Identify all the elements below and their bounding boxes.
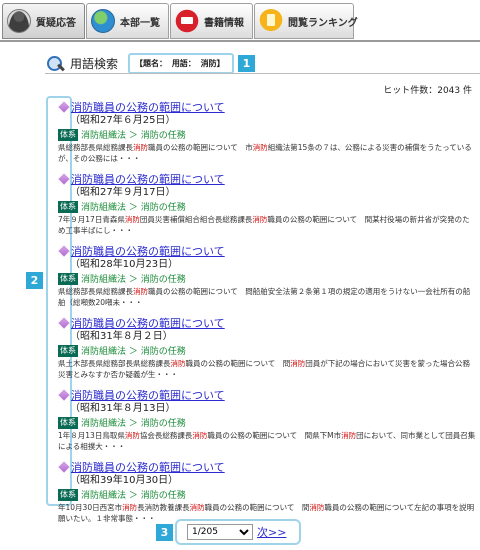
bullet-icon xyxy=(58,317,70,329)
category-badge: 体系 xyxy=(58,416,78,429)
list-item: 消防職員の公務の範囲について （昭和31年８月13日） 体系 消防組織法 ＞ 消… xyxy=(58,388,476,460)
result-list: 消防職員の公務の範囲について （昭和27年６月25日） 体系 消防組織法 ＞ 消… xyxy=(58,100,476,532)
highlighted-term: 消防 xyxy=(124,215,140,224)
bullet-icon xyxy=(58,389,70,401)
snippet-text: 年10月30日西宮市 xyxy=(58,503,123,512)
highlighted-term: 消防 xyxy=(192,431,208,440)
result-snippet: 7年９月17日青森県消防団員災害補償組合組合長総務課長消防職員の公務の範囲につい… xyxy=(58,214,476,236)
snippet-text: 県土木部長県総務部長県総務課長 xyxy=(58,359,171,368)
tab-headquarters[interactable]: 本部一覧 xyxy=(86,3,169,39)
result-title-link[interactable]: 消防職員の公務の範囲について xyxy=(71,100,225,115)
snippet-text: 団員災害補償組合組合長総務課長 xyxy=(139,215,253,224)
snippet-text: 職員の公務の範囲について 市 xyxy=(148,143,253,152)
search-icon xyxy=(46,55,68,73)
tab-label: 閲覧ランキング xyxy=(288,17,358,29)
list-item: 消防職員の公務の範囲について （昭和31年８月２日） 体系 消防組織法 ＞ 消防… xyxy=(58,316,476,388)
result-snippet: 1年８月13日鳥取県消防協会長総務課長消防職員の公務の範囲について 間県下M市消… xyxy=(58,430,476,452)
tab-label: 本部一覧 xyxy=(120,17,160,29)
callout-badge-3: 3 xyxy=(156,524,173,541)
result-title-link[interactable]: 消防職員の公務の範囲について xyxy=(71,316,225,331)
highlighted-term: 消防 xyxy=(252,143,268,152)
header-divider xyxy=(45,73,480,74)
highlighted-term: 消防 xyxy=(133,287,148,296)
callout-badge-2: 2 xyxy=(26,272,43,289)
highlighted-term: 消防 xyxy=(341,431,357,440)
snippet-text: 長消防教養課長 xyxy=(137,503,190,512)
page-title: 用語検索 xyxy=(70,57,119,71)
result-category: 消防組織法 ＞ 消防の任務 xyxy=(81,275,186,285)
highlighted-term: 消防 xyxy=(189,503,205,512)
condition-term-value: 消防】 xyxy=(200,59,225,68)
tab-books[interactable]: 書籍情報 xyxy=(170,3,253,39)
result-date: （昭和27年９月17日） xyxy=(70,187,176,198)
next-page-link[interactable]: 次>> xyxy=(257,524,286,540)
highlighted-term: 消防 xyxy=(133,143,148,152)
highlighted-term: 消防 xyxy=(309,503,325,512)
snippet-text: 職員の公務の範囲について 間 xyxy=(204,503,310,512)
result-category: 消防組織法 ＞ 消防の任務 xyxy=(81,419,186,429)
page-select[interactable]: 1/205 xyxy=(187,524,253,540)
list-item: 消防職員の公務の範囲について （昭和27年６月25日） 体系 消防組織法 ＞ 消… xyxy=(58,100,476,172)
condition-term-label: 用語： xyxy=(171,59,196,68)
result-category: 消防組織法 ＞ 消防の任務 xyxy=(81,347,186,357)
tab-qa[interactable]: 質疑応答 xyxy=(2,3,85,39)
category-badge: 体系 xyxy=(58,128,78,141)
result-title-link[interactable]: 消防職員の公務の範囲について xyxy=(71,172,225,187)
list-item: 消防職員の公務の範囲について （昭和27年９月17日） 体系 消防組織法 ＞ 消… xyxy=(58,172,476,244)
snippet-text: 7年９月17日青森県 xyxy=(58,215,125,224)
snippet-text: 県総務部長県総務課長 xyxy=(58,287,133,296)
result-title-link[interactable]: 消防職員の公務の範囲について xyxy=(71,460,225,475)
category-badge: 体系 xyxy=(58,488,78,501)
result-category: 消防組織法 ＞ 消防の任務 xyxy=(81,491,186,501)
search-header: 用語検索 【題名： 用語： 消防】 xyxy=(46,53,234,74)
result-snippet: 県総務部長県総務課長消防職員の公務の範囲について 問船舶安全法第２条第１項の規定… xyxy=(58,286,476,308)
result-category: 消防組織法 ＞ 消防の任務 xyxy=(81,131,186,141)
category-badge: 体系 xyxy=(58,200,78,213)
highlighted-term: 消防 xyxy=(252,215,268,224)
snippet-text: 職員の公務の範囲について 問 xyxy=(185,359,291,368)
tab-label: 質疑応答 xyxy=(36,17,76,29)
highlighted-term: 消防 xyxy=(122,503,138,512)
snippet-text: 県総務部長県総務課長 xyxy=(58,143,133,152)
category-badge: 体系 xyxy=(58,272,78,285)
tab-bar: 質疑応答 本部一覧 書籍情報 閲覧ランキング xyxy=(0,0,480,42)
callout-badge-1: 1 xyxy=(238,55,255,72)
book-icon xyxy=(175,9,199,33)
bullet-icon xyxy=(58,173,70,185)
bullet-icon xyxy=(58,245,70,257)
highlighted-term: 消防 xyxy=(170,359,186,368)
result-title-link[interactable]: 消防職員の公務の範囲について xyxy=(71,244,225,259)
result-date: （昭和27年６月25日） xyxy=(70,115,176,126)
search-conditions: 【題名： 用語： 消防】 xyxy=(128,53,234,74)
snippet-text: 職員の公務の範囲について 間県下M市 xyxy=(207,431,342,440)
snippet-text: 協会長総務課長 xyxy=(139,431,193,440)
result-date: （昭和28年10月23日） xyxy=(70,259,179,270)
tab-ranking[interactable]: 閲覧ランキング xyxy=(254,3,358,39)
result-title-link[interactable]: 消防職員の公務の範囲について xyxy=(71,388,225,403)
result-snippet: 県土木部長県総務部長県総務課長消防職員の公務の範囲について 問消防団員が下記の場… xyxy=(58,358,476,380)
tab-label: 書籍情報 xyxy=(204,17,244,29)
person-icon xyxy=(7,9,31,33)
category-badge: 体系 xyxy=(58,344,78,357)
result-date: （昭和31年８月２日） xyxy=(70,331,173,342)
bullet-icon xyxy=(58,101,70,113)
ranking-icon xyxy=(259,9,283,33)
result-date: （昭和39年10月30日） xyxy=(70,475,179,486)
snippet-text: 1年８月13日鳥取県 xyxy=(58,431,125,440)
globe-icon xyxy=(91,9,115,33)
result-snippet: 県総務部長県総務課長消防職員の公務の範囲について 市消防組織法第15条の７は、公… xyxy=(58,142,476,164)
highlighted-term: 消防 xyxy=(124,431,140,440)
hit-count: ヒット件数：2043 件 xyxy=(383,86,472,96)
highlighted-term: 消防 xyxy=(290,359,306,368)
condition-title-label: 【題名： xyxy=(135,59,168,68)
result-category: 消防組織法 ＞ 消防の任務 xyxy=(81,203,186,213)
list-item: 消防職員の公務の範囲について （昭和28年10月23日） 体系 消防組織法 ＞ … xyxy=(58,244,476,316)
bullet-icon xyxy=(58,461,70,473)
result-date: （昭和31年８月13日） xyxy=(70,403,176,414)
